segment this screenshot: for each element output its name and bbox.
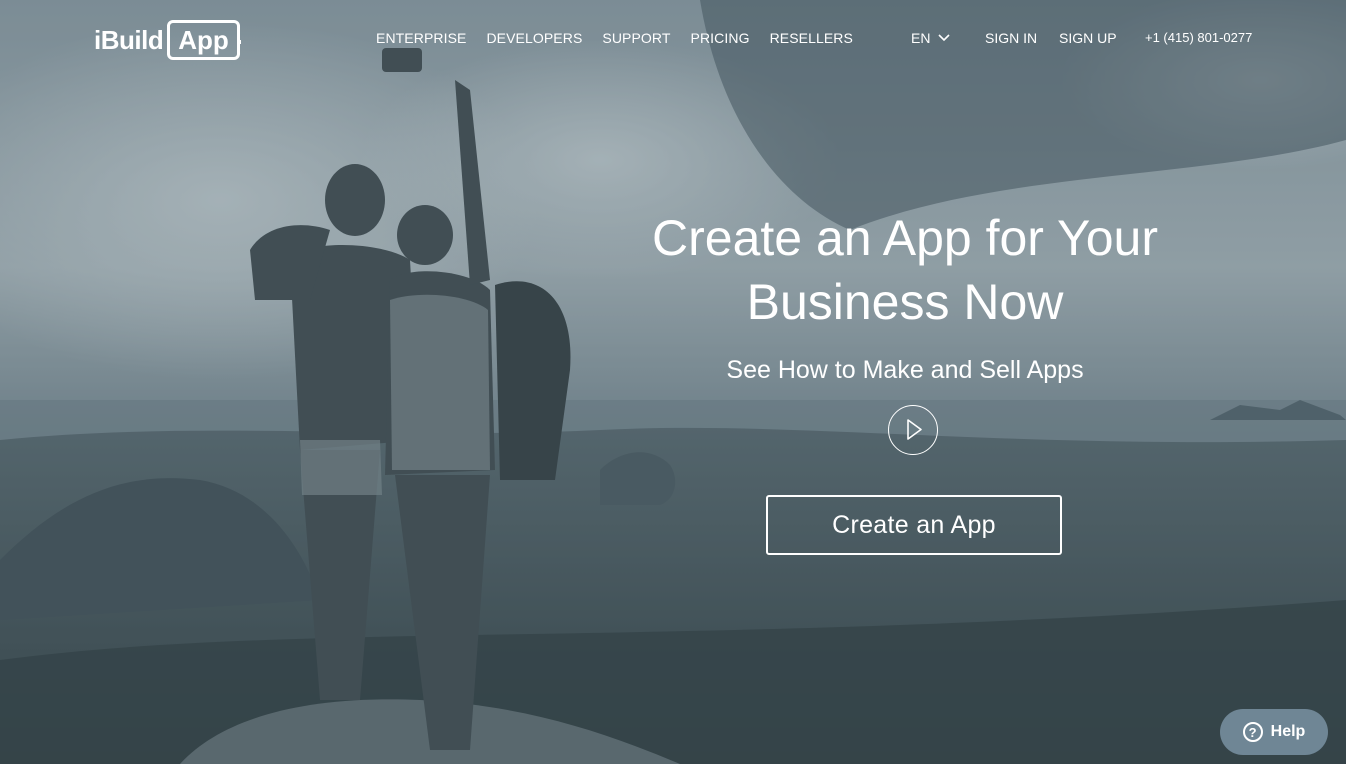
help-label: Help <box>1270 723 1306 740</box>
help-button[interactable]: ? Help <box>1220 709 1328 755</box>
main-nav: ENTERPRISE DEVELOPERS SUPPORT PRICING RE… <box>376 30 873 46</box>
landing-page: iBuild App ENTERPRISE DEVELOPERS SUPPORT… <box>0 0 1346 764</box>
nav-item-developers[interactable]: DEVELOPERS <box>486 30 582 46</box>
create-app-button[interactable]: Create an App <box>766 495 1062 555</box>
nav-item-support[interactable]: SUPPORT <box>602 30 670 46</box>
logo-box: App <box>167 20 241 60</box>
chevron-down-icon <box>938 34 951 42</box>
play-video-button[interactable] <box>888 405 938 455</box>
language-selector[interactable]: EN <box>911 30 951 46</box>
play-icon <box>907 419 922 440</box>
hero-subtitle: See How to Make and Sell Apps <box>726 356 1084 384</box>
sign-up-link[interactable]: SIGN UP <box>1059 30 1117 46</box>
nav-item-resellers[interactable]: RESELLERS <box>770 30 853 46</box>
logo-dot <box>236 40 241 44</box>
hero-title: Create an App for Your Business Now <box>600 206 1210 334</box>
sign-in-link[interactable]: SIGN IN <box>985 30 1037 46</box>
hero-title-line2: Business Now <box>746 274 1064 330</box>
hero-title-line1: Create an App for Your <box>652 210 1158 266</box>
language-label: EN <box>911 30 931 46</box>
nav-item-pricing[interactable]: PRICING <box>691 30 750 46</box>
phone-number: +1 (415) 801-0277 <box>1145 30 1253 45</box>
nav-item-enterprise[interactable]: ENTERPRISE <box>376 30 466 46</box>
logo-text: iBuild <box>94 24 164 55</box>
logo[interactable]: iBuild App <box>94 17 241 63</box>
question-icon: ? <box>1242 722 1263 742</box>
logo-box-text: App <box>178 24 229 55</box>
